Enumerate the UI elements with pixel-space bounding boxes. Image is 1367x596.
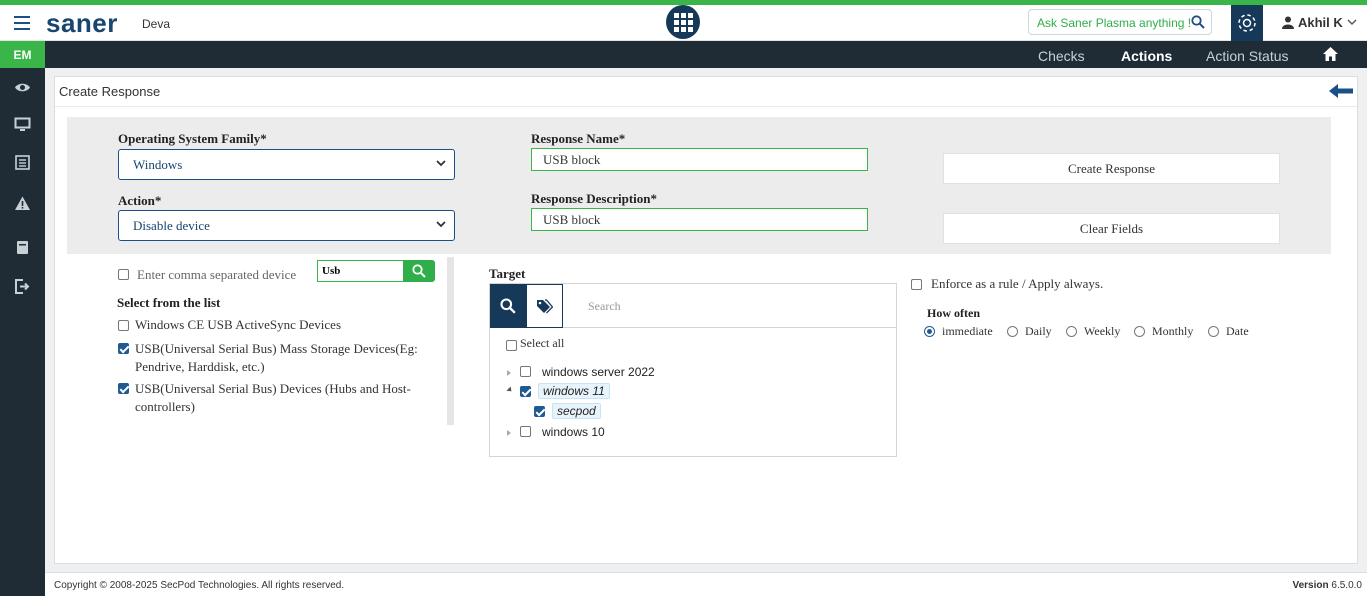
radio-weekly[interactable] xyxy=(1066,326,1077,337)
device-label: USB(Universal Serial Bus) Mass Storage D… xyxy=(135,341,418,374)
ask-saner-search[interactable]: Ask Saner Plasma anything ! xyxy=(1028,9,1212,35)
tenant-name: Deva xyxy=(142,17,171,31)
radio-label: Daily xyxy=(1025,324,1052,338)
radio-label: immediate xyxy=(942,324,993,338)
expand-icon[interactable] xyxy=(507,430,511,436)
response-name-label: Response Name* xyxy=(531,131,626,146)
tags-icon xyxy=(537,298,553,313)
response-desc-label: Response Description* xyxy=(531,191,658,206)
apps-grid-button[interactable] xyxy=(666,5,700,39)
os-family-value: Windows xyxy=(133,157,183,172)
version-label: Version xyxy=(1292,580,1329,591)
action-select[interactable]: Disable device xyxy=(118,210,455,241)
select-all-checkbox[interactable] xyxy=(506,340,517,351)
user-icon xyxy=(1282,16,1294,29)
nav-actions[interactable]: Actions xyxy=(1121,48,1172,64)
header: saner Deva Ask Saner Plasma anything ! A… xyxy=(0,5,1367,41)
device-label: Windows CE USB ActiveSync Devices xyxy=(135,317,342,332)
radio-label: Monthly xyxy=(1152,324,1194,338)
tree-item[interactable]: windows 11 xyxy=(538,383,610,399)
sidebar xyxy=(0,68,45,596)
action-value: Disable device xyxy=(133,218,210,233)
target-panel: Search Select all windows server 2022 wi… xyxy=(489,283,897,457)
panel-header: Create Response xyxy=(55,77,1357,107)
tree-checkbox[interactable] xyxy=(534,406,545,417)
nav-action-status[interactable]: Action Status xyxy=(1206,48,1289,64)
expand-icon[interactable] xyxy=(507,370,511,376)
monitor-icon[interactable] xyxy=(14,116,31,133)
device-checkbox[interactable] xyxy=(118,320,129,331)
device-search-button[interactable] xyxy=(403,260,435,282)
book-icon[interactable] xyxy=(14,239,31,256)
target-label: Target xyxy=(489,266,526,281)
footer: Copyright © 2008-2025 SecPod Technologie… xyxy=(45,572,1367,596)
response-desc-input[interactable]: USB block xyxy=(531,208,868,231)
response-name-input[interactable]: USB block xyxy=(531,148,868,171)
home-icon[interactable] xyxy=(1322,46,1339,62)
chevron-down-icon xyxy=(1347,19,1357,25)
comma-devices-checkbox[interactable] xyxy=(118,269,129,280)
target-tags-tab[interactable] xyxy=(526,284,563,328)
collapse-icon[interactable] xyxy=(506,386,514,394)
radio-label: Weekly xyxy=(1084,324,1121,338)
back-arrow-icon[interactable] xyxy=(1329,83,1353,99)
settings-button[interactable] xyxy=(1231,5,1263,41)
os-family-select[interactable]: Windows xyxy=(118,149,455,180)
tree-item[interactable]: windows 10 xyxy=(542,425,605,439)
action-label: Action* xyxy=(118,193,162,208)
device-list-heading: Select from the list xyxy=(117,295,221,310)
response-form: Operating System Family* Windows Action*… xyxy=(67,117,1331,254)
radio-monthly[interactable] xyxy=(1134,326,1145,337)
alert-icon[interactable] xyxy=(14,195,31,212)
grid-icon xyxy=(673,12,693,32)
device-checkbox[interactable] xyxy=(118,383,129,394)
target-search-input[interactable]: Search xyxy=(563,284,897,328)
menu-icon[interactable] xyxy=(14,16,30,30)
app-logo[interactable]: saner xyxy=(46,8,118,39)
chevron-down-icon xyxy=(436,221,446,228)
create-response-panel: Create Response Operating System Family*… xyxy=(54,76,1358,564)
radio-date[interactable] xyxy=(1208,326,1219,337)
tree-checkbox[interactable] xyxy=(520,426,531,437)
radio-label: Date xyxy=(1226,324,1249,338)
device-list-scrollbar[interactable] xyxy=(447,257,454,425)
enforce-rule-checkbox[interactable] xyxy=(911,279,922,290)
nav-checks[interactable]: Checks xyxy=(1038,48,1085,64)
os-family-label: Operating System Family* xyxy=(118,131,267,146)
copyright-text: Copyright © 2008-2025 SecPod Technologie… xyxy=(54,580,345,591)
logout-icon[interactable] xyxy=(14,278,31,295)
search-icon xyxy=(500,298,516,314)
tree-checkbox[interactable] xyxy=(520,366,531,377)
clear-fields-button[interactable]: Clear Fields xyxy=(943,213,1280,244)
ask-placeholder: Ask Saner Plasma anything ! xyxy=(1037,16,1192,30)
tree-item[interactable]: windows server 2022 xyxy=(542,365,655,379)
search-icon xyxy=(412,264,426,278)
module-badge[interactable]: EM xyxy=(0,41,45,68)
eye-icon[interactable] xyxy=(14,79,31,96)
top-nav: EM Checks Actions Action Status xyxy=(0,41,1367,68)
page-title: Create Response xyxy=(59,84,161,99)
tree-item[interactable]: secpod xyxy=(552,403,601,419)
device-checkbox[interactable] xyxy=(118,343,129,354)
radio-daily[interactable] xyxy=(1007,326,1018,337)
user-menu[interactable]: Akhil K xyxy=(1282,15,1357,30)
how-often-label: How often xyxy=(927,306,980,320)
device-label: USB(Universal Serial Bus) Devices (Hubs … xyxy=(135,381,411,414)
radio-immediate[interactable] xyxy=(924,326,935,337)
target-search-tab[interactable] xyxy=(490,284,526,328)
version-number: 6.5.0.0 xyxy=(1331,580,1362,591)
search-icon xyxy=(1191,15,1205,29)
list-icon[interactable] xyxy=(14,154,31,171)
comma-devices-label: Enter comma separated device xyxy=(137,267,297,282)
tree-checkbox[interactable] xyxy=(520,386,531,397)
user-name: Akhil K xyxy=(1298,15,1343,30)
gear-icon xyxy=(1238,14,1256,32)
device-search-input[interactable]: Usb xyxy=(317,260,403,282)
create-response-button[interactable]: Create Response xyxy=(943,153,1280,184)
chevron-down-icon xyxy=(436,160,446,167)
select-all-label: Select all xyxy=(520,336,565,350)
enforce-rule-label: Enforce as a rule / Apply always. xyxy=(931,276,1104,291)
version-text: Version 6.5.0.0 xyxy=(1292,580,1362,591)
